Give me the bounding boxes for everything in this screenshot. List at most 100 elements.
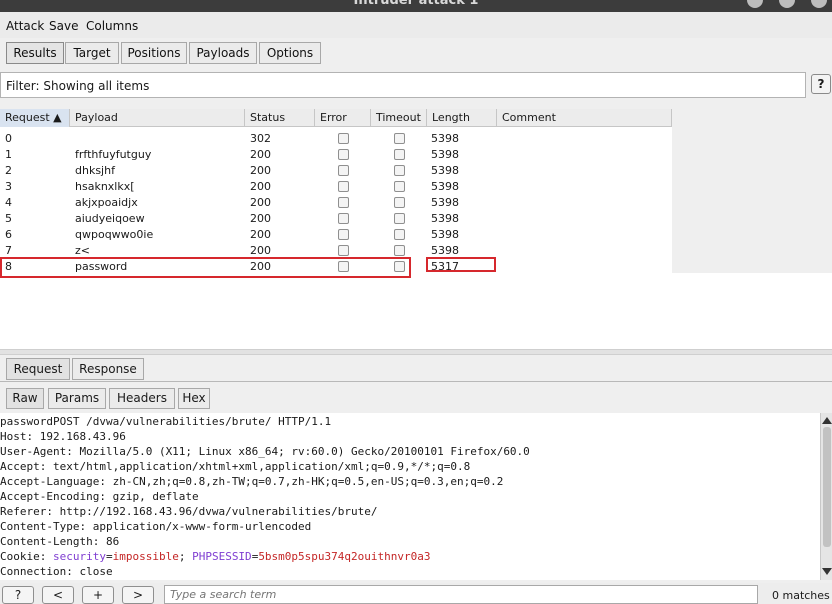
- cookie-key-phpsessid: PHPSESSID: [192, 550, 252, 563]
- table-row[interactable]: 4 akjxpoaidjx 200 5398: [0, 195, 672, 211]
- error-checkbox[interactable]: [338, 181, 349, 192]
- tab-response[interactable]: Response: [72, 358, 144, 380]
- cell-request: 2: [5, 164, 12, 177]
- column-comment[interactable]: Comment: [497, 109, 672, 127]
- cell-status: 200: [250, 196, 271, 209]
- highlight-row-box: [0, 257, 411, 278]
- help-button[interactable]: ?: [811, 74, 831, 94]
- scroll-thumb[interactable]: [823, 427, 831, 547]
- cell-status: 200: [250, 228, 271, 241]
- cell-request: 1: [5, 148, 12, 161]
- filter-bar[interactable]: Filter: Showing all items: [0, 72, 806, 98]
- results-table: Request ▲ Payload Status Error Timeout L…: [0, 109, 672, 273]
- table-row[interactable]: 3 hsaknxlkx[200 5398: [0, 179, 672, 195]
- cell-request: 4: [5, 196, 12, 209]
- table-empty-area: [0, 273, 832, 349]
- tab-raw[interactable]: Raw: [6, 388, 44, 409]
- error-checkbox[interactable]: [338, 229, 349, 240]
- cell-length: 5398: [431, 196, 459, 209]
- add-button[interactable]: +: [82, 586, 114, 604]
- timeout-checkbox[interactable]: [394, 245, 405, 256]
- timeout-checkbox[interactable]: [394, 197, 405, 208]
- cell-request: 3: [5, 180, 12, 193]
- cell-status: 302: [250, 132, 271, 145]
- request-line: Referer: http://192.168.43.96/dvwa/vulne…: [0, 505, 378, 518]
- cell-payload: dhksjhf: [75, 164, 115, 177]
- connection-line: Connection: close: [0, 565, 113, 578]
- cell-length: 5398: [431, 244, 459, 257]
- timeout-checkbox[interactable]: [394, 181, 405, 192]
- cell-status: 200: [250, 180, 271, 193]
- tab-headers[interactable]: Headers: [109, 388, 175, 409]
- cell-request: 0: [5, 132, 12, 145]
- cookie-key-security: security: [52, 550, 106, 563]
- cell-length: 5398: [431, 212, 459, 225]
- error-checkbox[interactable]: [338, 165, 349, 176]
- raw-request-editor[interactable]: passwordPOST /dvwa/vulnerabilities/brute…: [0, 413, 820, 580]
- cell-status: 200: [250, 164, 271, 177]
- cell-payload: akjxpoaidjx: [75, 196, 138, 209]
- cell-request: 5: [5, 212, 12, 225]
- menu-bar: Attack Save Columns: [0, 12, 832, 38]
- search-input[interactable]: [165, 586, 757, 603]
- column-length[interactable]: Length: [427, 109, 497, 127]
- error-checkbox[interactable]: [338, 133, 349, 144]
- menu-attack[interactable]: Attack: [6, 19, 44, 33]
- request-line: Accept-Encoding: gzip, deflate: [0, 490, 199, 503]
- split-divider[interactable]: [0, 349, 832, 355]
- error-checkbox[interactable]: [338, 197, 349, 208]
- cookie-eq: =: [105, 550, 113, 563]
- menu-columns[interactable]: Columns: [86, 19, 138, 33]
- cell-request: 6: [5, 228, 12, 241]
- timeout-checkbox[interactable]: [394, 133, 405, 144]
- editor-scrollbar[interactable]: [820, 413, 832, 580]
- table-row[interactable]: 5 aiudyeiqoew 200 5398: [0, 211, 672, 227]
- help-bottom-button[interactable]: ?: [2, 586, 34, 604]
- tab-results[interactable]: Results: [6, 42, 64, 64]
- cell-payload: frfthfuyfutguy: [75, 148, 152, 161]
- table-header: Request ▲ Payload Status Error Timeout L…: [0, 109, 672, 127]
- tab-params[interactable]: Params: [48, 388, 106, 409]
- scroll-up-icon[interactable]: [822, 417, 832, 424]
- timeout-checkbox[interactable]: [394, 165, 405, 176]
- error-checkbox[interactable]: [338, 245, 349, 256]
- tab-request[interactable]: Request: [6, 358, 70, 380]
- timeout-checkbox[interactable]: [394, 213, 405, 224]
- tab-separator: [0, 381, 832, 382]
- table-row[interactable]: 1 frfthfuyfutguy 200 5398: [0, 147, 672, 163]
- error-checkbox[interactable]: [338, 149, 349, 160]
- column-timeout[interactable]: Timeout: [371, 109, 427, 127]
- previous-button[interactable]: <: [42, 586, 74, 604]
- table-row[interactable]: 0 302 5398: [0, 131, 672, 147]
- error-checkbox[interactable]: [338, 213, 349, 224]
- table-row[interactable]: 2 dhksjhf 200 5398: [0, 163, 672, 179]
- request-line: User-Agent: Mozilla/5.0 (X11; Linux x86_…: [0, 445, 530, 458]
- cookie-value-phpsessid: 5bsm0p5spu374q2ouithnvr0a3: [258, 550, 431, 563]
- timeout-checkbox[interactable]: [394, 149, 405, 160]
- column-payload[interactable]: Payload: [70, 109, 245, 127]
- cell-length: 5398: [431, 180, 459, 193]
- tab-target[interactable]: Target: [65, 42, 119, 64]
- tab-options[interactable]: Options: [259, 42, 321, 64]
- menu-save[interactable]: Save: [49, 19, 78, 33]
- column-status[interactable]: Status: [245, 109, 315, 127]
- tab-payloads[interactable]: Payloads: [189, 42, 257, 64]
- tab-positions[interactable]: Positions: [121, 42, 187, 64]
- column-error[interactable]: Error: [315, 109, 371, 127]
- cell-length: 5398: [431, 228, 459, 241]
- table-row[interactable]: 6 qwpoqwwo0ie 200 5398: [0, 227, 672, 243]
- column-request[interactable]: Request ▲: [0, 109, 70, 127]
- cell-payload: z<: [75, 244, 90, 257]
- cookie-separator: ;: [178, 550, 193, 563]
- cell-length: 5398: [431, 164, 459, 177]
- request-line: Accept-Language: zh-CN,zh;q=0.8,zh-TW;q=…: [0, 475, 504, 488]
- cookie-label: Cookie:: [0, 550, 53, 563]
- tab-hex[interactable]: Hex: [178, 388, 210, 409]
- cookie-line: Cookie: security=impossible; PHPSESSID=5…: [0, 549, 431, 564]
- next-button[interactable]: >: [122, 586, 154, 604]
- scroll-down-icon[interactable]: [822, 568, 832, 575]
- cell-payload: aiudyeiqoew: [75, 212, 145, 225]
- window-title: Intruder attack 1: [353, 0, 479, 8]
- timeout-checkbox[interactable]: [394, 229, 405, 240]
- search-box[interactable]: [164, 585, 758, 604]
